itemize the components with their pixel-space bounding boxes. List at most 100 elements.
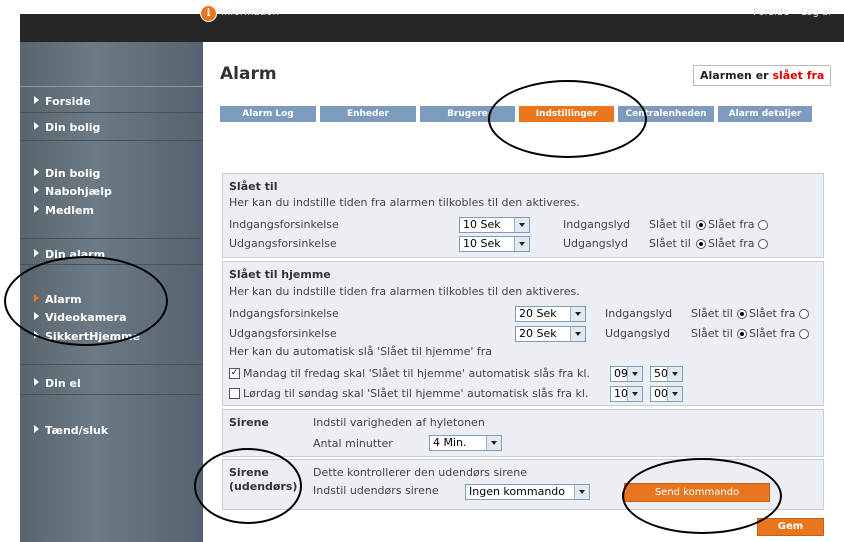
home-entry-delay-select[interactable]: 20 Sek (515, 306, 586, 322)
off-label: Slået fra (708, 218, 755, 231)
tab-alarm-detaljer[interactable]: Alarm detaljer (718, 106, 812, 122)
section-slaaet-til-hjemme: Slået til hjemme Her kan du indstille ti… (222, 261, 824, 406)
tab-indstillinger[interactable]: Indstillinger (519, 106, 614, 122)
triangle-right-icon (34, 425, 39, 433)
home-entry-sound-label: Indgangslyd (605, 307, 673, 320)
sidebar-item-nabohjaelp[interactable]: Nabohjælp (34, 185, 112, 198)
home-entry-delay-label: Indgangsforsinkelse (229, 307, 339, 320)
sidebar-item-din-alarm[interactable]: Din alarm (34, 248, 105, 261)
sidebar-item-videokamera[interactable]: Videokamera (34, 311, 127, 324)
sidebar-divider (20, 394, 203, 395)
on-label: Slået til (691, 327, 733, 340)
outdoor-siren-select[interactable]: Ingen kommando (465, 484, 590, 500)
status-prefix: Alarmen er (700, 69, 773, 82)
home-exit-delay-select[interactable]: 20 Sek (515, 326, 586, 342)
chevron-down-icon (667, 367, 682, 381)
home-exit-sound-off-radio[interactable] (799, 329, 809, 339)
sidebar-item-label: Alarm (45, 293, 82, 306)
sidebar-item-din-el[interactable]: Din el (34, 377, 81, 390)
select-value: 09 (614, 367, 628, 380)
weekday-auto-off-checkbox[interactable]: ✓ (229, 368, 240, 379)
triangle-right-icon (34, 168, 39, 176)
logout-link[interactable]: Log af (801, 7, 832, 18)
save-button[interactable]: Gem (757, 518, 824, 536)
exit-sound-off-radio[interactable] (758, 239, 768, 249)
sidebar-item-label: Din bolig (45, 167, 101, 180)
sidebar-item-medlem[interactable]: Medlem (34, 204, 94, 217)
select-value: 4 Min. (433, 436, 467, 449)
sidebar-item-label: Din alarm (45, 248, 106, 261)
exit-sound-label: Udgangslyd (563, 237, 628, 250)
triangle-right-icon (34, 312, 39, 320)
tab-enheder[interactable]: Enheder (320, 106, 416, 122)
entry-delay-select[interactable]: 10 Sek (459, 217, 530, 233)
section-title: Sirene (229, 416, 269, 429)
weekend-auto-off-checkbox[interactable] (229, 388, 240, 399)
sidebar-item-din-bolig[interactable]: Din bolig (34, 121, 100, 134)
chevron-down-icon (514, 237, 529, 251)
select-value: 00 (654, 387, 668, 400)
sidebar-item-forside[interactable]: Forside (34, 95, 91, 108)
status-badge: Alarmen er slået fra (693, 65, 832, 86)
siren-minutes-select[interactable]: 4 Min. (429, 435, 502, 451)
home-exit-delay-label: Udgangsforsinkelse (229, 327, 337, 340)
sidebar-divider (20, 86, 203, 87)
select-value: 20 Sek (519, 327, 557, 340)
entry-delay-label: Indgangsforsinkelse (229, 218, 339, 231)
exit-delay-select[interactable]: 10 Sek (459, 236, 530, 252)
home-exit-sound-label: Udgangslyd (605, 327, 670, 340)
sidebar-item-label: Medlem (45, 204, 94, 217)
info-icon[interactable]: i (200, 5, 217, 22)
off-label: Slået fra (708, 237, 755, 250)
home-entry-sound-on-radio[interactable] (737, 309, 747, 319)
section-sirene: Sirene Indstil varigheden af hyletonen A… (222, 409, 824, 457)
triangle-right-icon (34, 249, 39, 257)
sidebar-item-sikkerthjemme[interactable]: SikkertHjemme (34, 330, 140, 343)
tab-brugere[interactable]: Brugere (420, 106, 515, 122)
sidebar-divider (20, 112, 203, 113)
sidebar-item-alarm[interactable]: Alarm (34, 293, 82, 306)
send-command-button[interactable]: Send kommando (624, 483, 770, 502)
weekday-minute-select[interactable]: 50 (650, 366, 683, 382)
triangle-right-icon (34, 122, 39, 130)
sidebar-item-label: Din el (45, 377, 81, 390)
sidebar-item-taend-sluk[interactable]: Tænd/sluk (34, 424, 108, 437)
minutes-label: Antal minutter (313, 437, 393, 450)
chevron-down-icon (486, 436, 501, 450)
on-label: Slået til (649, 218, 691, 231)
weekend-hour-select[interactable]: 10 (610, 386, 643, 402)
information-link[interactable]: Information (221, 7, 279, 18)
section-subtitle: (udendørs) (229, 480, 298, 493)
sidebar-item-din-bolig-sub[interactable]: Din bolig (34, 167, 100, 180)
chevron-down-icon (570, 327, 585, 341)
sidebar-item-label: Forside (45, 95, 91, 108)
triangle-right-icon (34, 294, 39, 302)
section-title: Slået til hjemme (229, 268, 331, 281)
triangle-right-icon (34, 331, 39, 339)
section-description: Indstil varigheden af hyletonen (313, 416, 485, 429)
triangle-right-icon (34, 205, 39, 213)
section-slaaet-til: Slået til Her kan du indstille tiden fra… (222, 173, 824, 258)
status-value: slået fra (772, 69, 825, 82)
entry-sound-on-radio[interactable] (696, 220, 706, 230)
entry-sound-label: Indgangslyd (563, 218, 631, 231)
triangle-right-icon (34, 186, 39, 194)
weekend-minute-select[interactable]: 00 (650, 386, 683, 402)
weekday-auto-off-label: Mandag til fredag skal 'Slået til hjemme… (243, 367, 590, 380)
select-value: 10 Sek (463, 237, 501, 250)
section-title: Sirene (229, 466, 269, 479)
tab-alarm-log[interactable]: Alarm Log (220, 106, 316, 122)
home-entry-sound-off-radio[interactable] (799, 309, 809, 319)
home-exit-sound-on-radio[interactable] (737, 329, 747, 339)
top-forside-link[interactable]: Forside (753, 7, 789, 18)
tab-centralenheden[interactable]: Centralenheden (618, 106, 714, 122)
entry-sound-off-radio[interactable] (758, 220, 768, 230)
sidebar-divider (20, 140, 203, 141)
outdoor-siren-label: Indstil udendørs sirene (313, 484, 439, 497)
exit-sound-on-radio[interactable] (696, 239, 706, 249)
chevron-down-icon (627, 387, 642, 401)
select-value: 10 (614, 387, 628, 400)
weekday-hour-select[interactable]: 09 (610, 366, 643, 382)
page-title: Alarm (220, 64, 277, 84)
triangle-right-icon (34, 378, 39, 386)
